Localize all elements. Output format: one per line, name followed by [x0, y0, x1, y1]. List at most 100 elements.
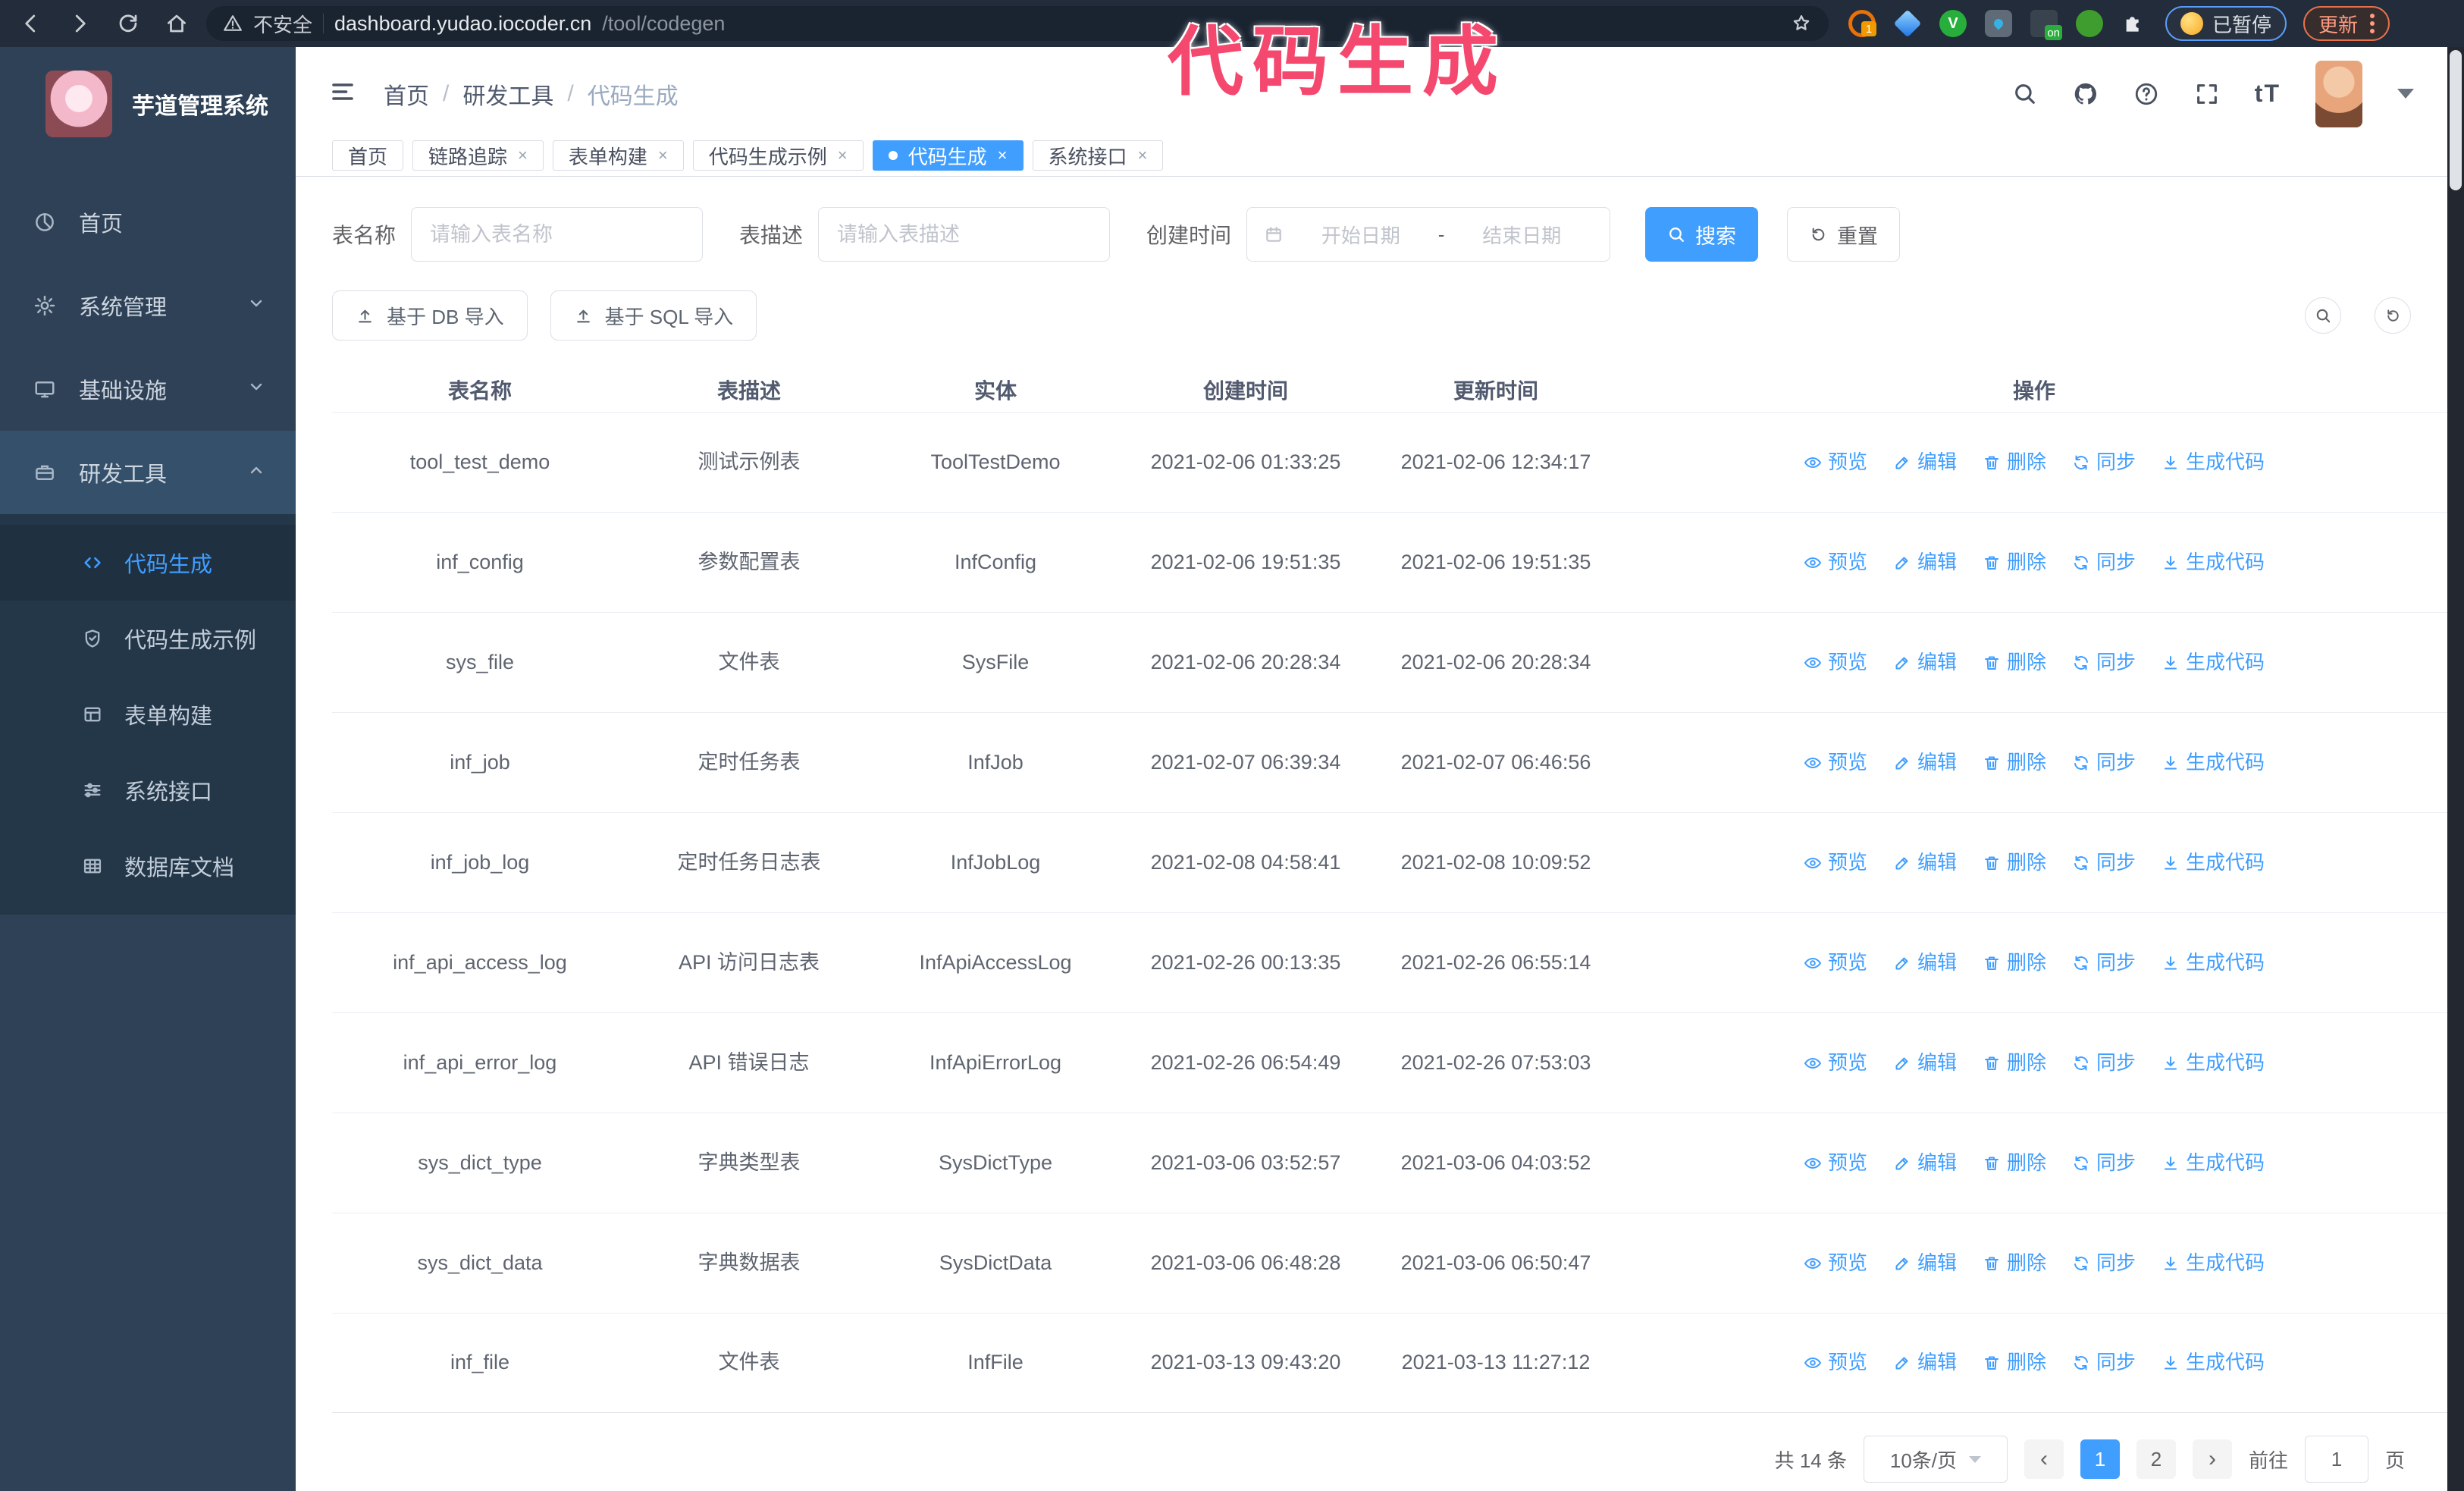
page-size-select[interactable]: 10条/页 [1863, 1436, 2008, 1483]
goto-page-input[interactable] [2304, 1436, 2368, 1483]
search-icon[interactable] [2012, 81, 2038, 107]
browser-home-icon[interactable] [165, 12, 188, 35]
delete-link[interactable]: 删除 [1983, 847, 2046, 879]
forward-icon[interactable] [68, 12, 91, 35]
table-name-input[interactable] [411, 207, 704, 262]
generate-code-link[interactable]: 生成代码 [2161, 1047, 2265, 1079]
tab-home[interactable]: 首页 [332, 140, 404, 171]
tab-codegen-example[interactable]: 代码生成示例 × [692, 140, 864, 171]
delete-link[interactable]: 删除 [1983, 947, 2046, 979]
preview-link[interactable]: 预览 [1804, 1248, 1867, 1279]
generate-code-link[interactable]: 生成代码 [2161, 447, 2265, 479]
page-button-1[interactable]: 1 [2080, 1439, 2120, 1479]
sidebar-item-codegen[interactable]: 代码生成 [0, 525, 296, 601]
generate-code-link[interactable]: 生成代码 [2161, 847, 2265, 879]
import-db-button[interactable]: 基于 DB 导入 [332, 290, 528, 341]
tab-form-builder[interactable]: 表单构建 × [552, 140, 684, 171]
sidebar-item-infra[interactable]: 基础设施 [0, 347, 296, 431]
date-range-picker[interactable]: 开始日期 - 结束日期 [1246, 207, 1611, 262]
sidebar-item-devtools[interactable]: 研发工具 [0, 431, 296, 514]
preview-link[interactable]: 预览 [1804, 1147, 1867, 1179]
date-end-placeholder[interactable]: 结束日期 [1450, 221, 1593, 249]
refresh-button[interactable] [2375, 297, 2411, 334]
fullscreen-icon[interactable] [2194, 81, 2220, 107]
sync-link[interactable]: 同步 [2072, 1248, 2136, 1279]
profile-paused-pill[interactable]: 已暂停 [2165, 6, 2287, 41]
back-icon[interactable] [20, 12, 42, 35]
tab-close-icon[interactable]: × [658, 146, 668, 165]
delete-link[interactable]: 删除 [1983, 1047, 2046, 1079]
preview-link[interactable]: 预览 [1804, 747, 1867, 779]
address-bar[interactable]: 不安全 dashboard.yudao.iocoder.cn /tool/cod… [206, 6, 1829, 41]
tab-system-api[interactable]: 系统接口 × [1032, 140, 1164, 171]
edit-link[interactable]: 编辑 [1893, 1347, 1957, 1379]
sidebar-item-system[interactable]: 系统管理 [0, 264, 296, 347]
preview-link[interactable]: 预览 [1804, 647, 1867, 679]
edit-link[interactable]: 编辑 [1893, 747, 1957, 779]
extensions-puzzle-icon[interactable] [2121, 11, 2146, 36]
sync-link[interactable]: 同步 [2072, 1047, 2136, 1079]
sync-link[interactable]: 同步 [2072, 447, 2136, 479]
tab-close-icon[interactable]: × [998, 146, 1008, 165]
sync-link[interactable]: 同步 [2072, 1347, 2136, 1379]
scrollbar-thumb[interactable] [2450, 50, 2462, 190]
bookmark-star-icon[interactable] [1791, 13, 1812, 34]
preview-link[interactable]: 预览 [1804, 947, 1867, 979]
tab-codegen[interactable]: 代码生成 × [872, 140, 1024, 171]
delete-link[interactable]: 删除 [1983, 547, 2046, 579]
tab-close-icon[interactable]: × [518, 146, 528, 165]
sidebar-item-db-doc[interactable]: 数据库文档 [0, 828, 296, 904]
generate-code-link[interactable]: 生成代码 [2161, 747, 2265, 779]
help-icon[interactable] [2133, 81, 2159, 107]
page-scrollbar[interactable] [2447, 47, 2464, 1491]
sidebar-item-home[interactable]: 首页 [0, 180, 296, 264]
browser-update-button[interactable]: 更新 [2303, 6, 2390, 41]
sync-link[interactable]: 同步 [2072, 847, 2136, 879]
generate-code-link[interactable]: 生成代码 [2161, 1248, 2265, 1279]
sync-link[interactable]: 同步 [2072, 947, 2136, 979]
breadcrumb-home[interactable]: 首页 [384, 77, 429, 111]
edit-link[interactable]: 编辑 [1893, 1047, 1957, 1079]
font-size-icon[interactable]: tT [2255, 80, 2281, 108]
preview-link[interactable]: 预览 [1804, 447, 1867, 479]
sidebar-item-system-api[interactable]: 系统接口 [0, 752, 296, 828]
app-logo-row[interactable]: 芋道管理系统 [0, 47, 296, 161]
table-desc-input[interactable] [818, 207, 1111, 262]
generate-code-link[interactable]: 生成代码 [2161, 947, 2265, 979]
sidebar-item-form-builder[interactable]: 表单构建 [0, 676, 296, 752]
delete-link[interactable]: 删除 [1983, 647, 2046, 679]
import-sql-button[interactable]: 基于 SQL 导入 [550, 290, 757, 341]
sync-link[interactable]: 同步 [2072, 1147, 2136, 1179]
tab-trace[interactable]: 链路追踪 × [412, 140, 544, 171]
preview-link[interactable]: 预览 [1804, 847, 1867, 879]
sidebar-collapse-icon[interactable] [329, 78, 356, 109]
edit-link[interactable]: 编辑 [1893, 547, 1957, 579]
edit-link[interactable]: 编辑 [1893, 447, 1957, 479]
user-avatar[interactable] [2315, 60, 2362, 127]
user-caret-down-icon[interactable] [2397, 89, 2414, 99]
edit-link[interactable]: 编辑 [1893, 947, 1957, 979]
tab-close-icon[interactable]: × [838, 146, 848, 165]
reset-button[interactable]: 重置 [1787, 207, 1901, 262]
extension-gem-icon[interactable] [1893, 9, 1922, 38]
sync-link[interactable]: 同步 [2072, 647, 2136, 679]
toggle-search-button[interactable] [2305, 297, 2341, 334]
delete-link[interactable]: 删除 [1983, 1147, 2046, 1179]
sidebar-item-codegen-example[interactable]: 代码生成示例 [0, 601, 296, 676]
delete-link[interactable]: 删除 [1983, 447, 2046, 479]
sync-link[interactable]: 同步 [2072, 547, 2136, 579]
extension-icon[interactable]: 1 [1848, 10, 1876, 37]
edit-link[interactable]: 编辑 [1893, 1248, 1957, 1279]
preview-link[interactable]: 预览 [1804, 1347, 1867, 1379]
reload-icon[interactable] [117, 12, 140, 35]
browser-menu-icon[interactable] [2370, 14, 2375, 33]
generate-code-link[interactable]: 生成代码 [2161, 1147, 2265, 1179]
github-icon[interactable] [2073, 81, 2099, 107]
breadcrumb-devtools[interactable]: 研发工具 [462, 77, 553, 111]
delete-link[interactable]: 删除 [1983, 1248, 2046, 1279]
next-page-button[interactable]: › [2192, 1439, 2232, 1479]
preview-link[interactable]: 预览 [1804, 547, 1867, 579]
edit-link[interactable]: 编辑 [1893, 1147, 1957, 1179]
generate-code-link[interactable]: 生成代码 [2161, 647, 2265, 679]
extension-check-icon[interactable]: V [1939, 10, 1967, 37]
